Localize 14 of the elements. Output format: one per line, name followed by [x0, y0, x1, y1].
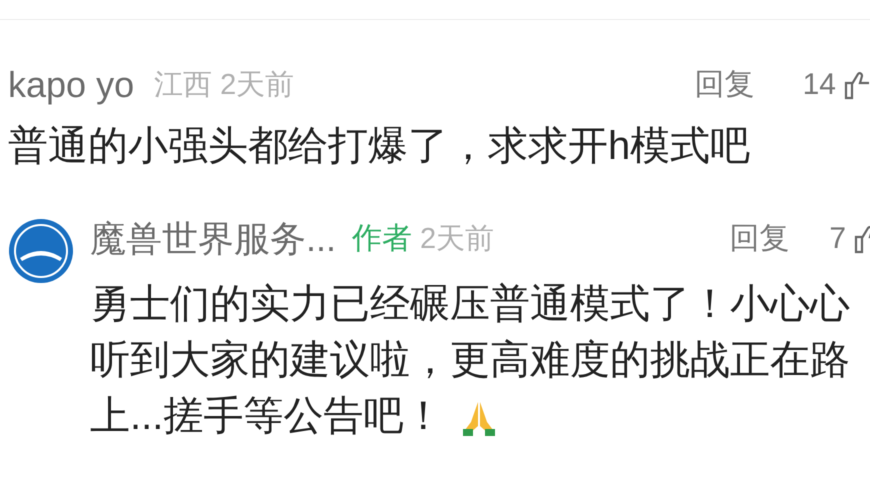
author-label: 作者 [352, 224, 412, 254]
time-text: 2天前 [420, 224, 494, 254]
comment-text: 普通的小强头都给打爆了，求求开h模式吧 [8, 123, 752, 170]
user-name[interactable]: 魔兽世界服务... [90, 221, 336, 257]
user-name[interactable]: kapo yo [8, 67, 134, 103]
location-text: 江西 [154, 70, 212, 100]
reply-text: 勇士们的实力已经碾压普通模式了！小心心听到大家的建议啦，更高难度的挑战正在路上...搓手等公告吧！ [90, 281, 851, 440]
like-count: 7 [829, 224, 846, 254]
like-count: 14 [802, 70, 836, 100]
reply-button[interactable]: 回复 [729, 224, 790, 254]
time-text: 2天前 [220, 70, 294, 100]
reply-button[interactable]: 回复 [694, 70, 755, 100]
avatar-icon[interactable] [8, 218, 74, 284]
thumbs-up-icon[interactable] [844, 70, 870, 100]
